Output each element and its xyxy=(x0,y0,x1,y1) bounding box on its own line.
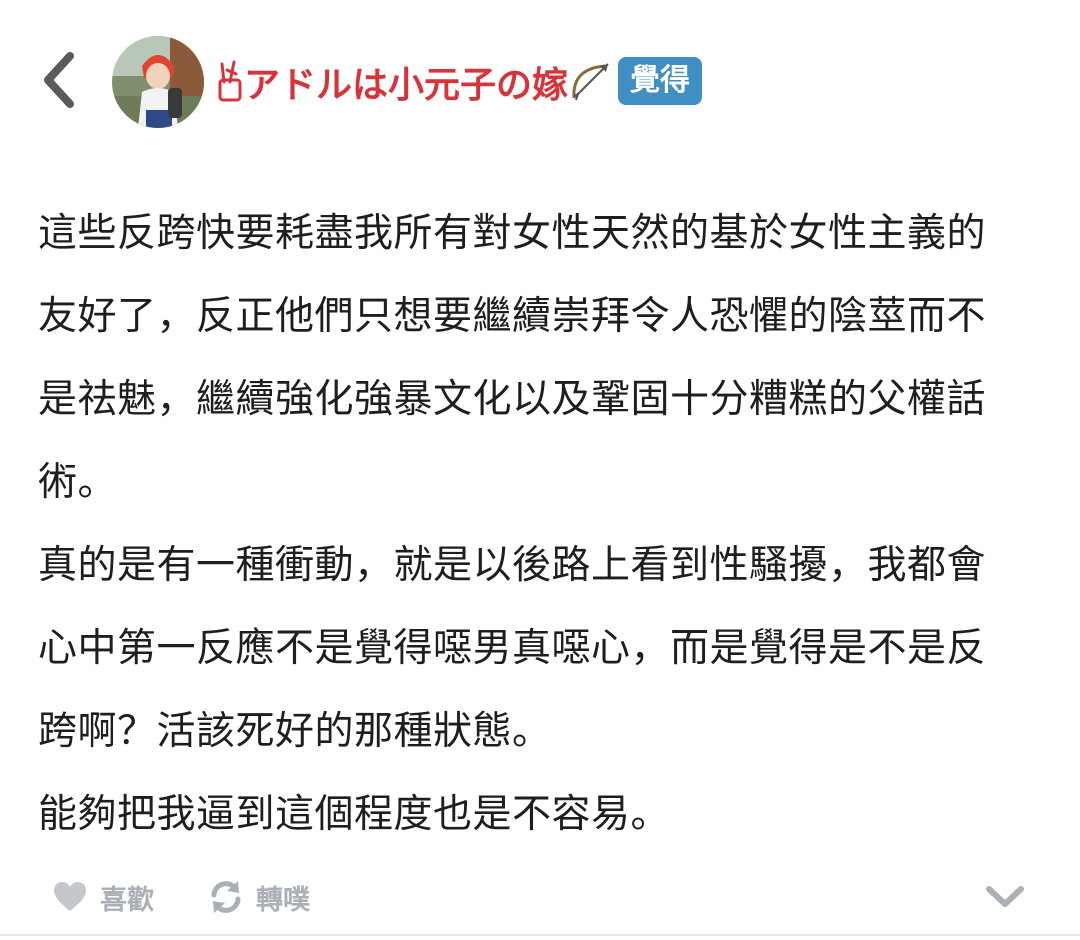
post-paragraph: 能夠把我逼到這個程度也是不容易。 xyxy=(38,792,671,837)
like-button[interactable]: 喜歡 xyxy=(52,874,154,920)
post-footer: 喜歡 轉噗 xyxy=(0,860,1080,932)
chevron-down-icon xyxy=(986,886,1024,907)
chevron-left-icon xyxy=(44,52,74,108)
avatar-image xyxy=(112,36,204,128)
post-paragraph: 這些反跨快要耗盡我所有對女性天然的基於女性主義的友好了，反正他們只想要繼續崇拜令… xyxy=(38,211,987,505)
avatar[interactable] xyxy=(112,36,204,128)
replurk-button[interactable]: 轉噗 xyxy=(208,874,310,920)
like-label: 喜歡 xyxy=(100,884,154,916)
expand-button[interactable] xyxy=(980,876,1030,918)
refresh-icon xyxy=(208,879,244,915)
cross-fingers-icon xyxy=(218,60,242,102)
post-paragraph: 真的是有一種衝動，就是以後路上看到性騷擾，我都會心中第一反應不是覺得噁男真噁心，… xyxy=(38,543,987,754)
qualifier-badge: 覺得 xyxy=(618,57,702,105)
replurk-label: 轉噗 xyxy=(256,884,310,916)
heart-icon xyxy=(52,881,88,913)
post-header: アドルは小元子の嫁 覺得 xyxy=(0,0,1080,160)
username-text: アドルは小元子の嫁 xyxy=(244,65,569,106)
back-button[interactable] xyxy=(30,42,86,118)
username[interactable]: アドルは小元子の嫁 xyxy=(218,52,614,112)
divider xyxy=(0,934,1080,936)
bow-and-arrow-icon xyxy=(572,63,609,101)
post-content: 這些反跨快要耗盡我所有對女性天然的基於女性主義的友好了，反正他們只想要繼續崇拜令… xyxy=(38,192,1018,856)
